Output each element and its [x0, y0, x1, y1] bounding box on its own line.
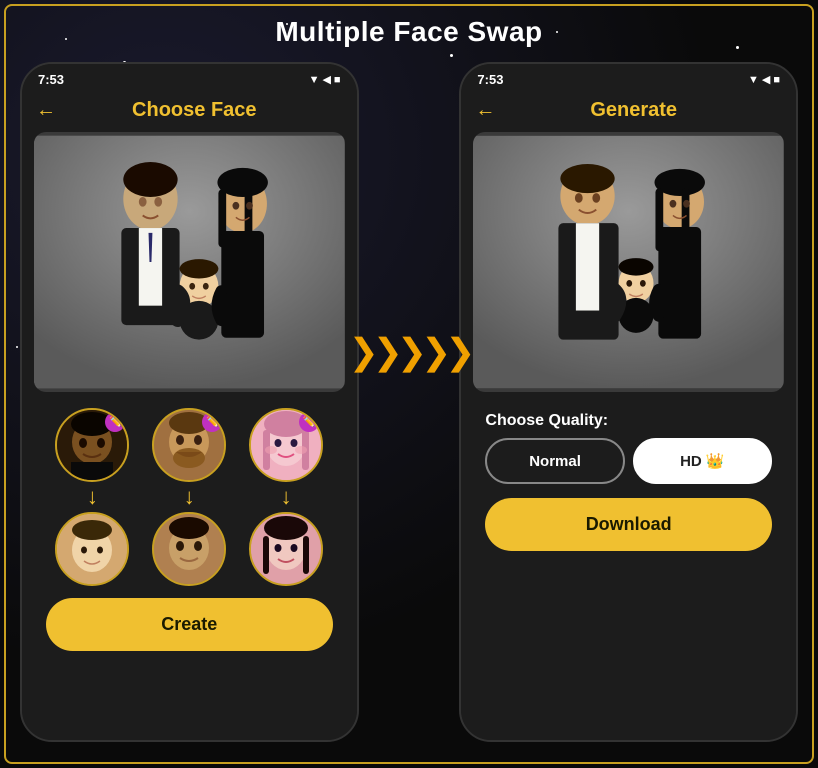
phones-container: 7:53 ▼ ◀ ■ ← Choose Face	[20, 62, 798, 742]
source-face-1[interactable]: ✏️	[55, 408, 129, 482]
page-title: Multiple Face Swap	[275, 16, 542, 48]
source-face-3[interactable]: ✏️	[249, 408, 323, 482]
left-phone-body: ✏️ ↓	[22, 132, 357, 740]
right-main-photo	[473, 132, 784, 392]
hd-quality-button[interactable]: HD 👑	[633, 438, 772, 484]
right-back-button[interactable]: ←	[475, 99, 495, 122]
target-face-2	[152, 512, 226, 586]
right-status-icons: ▼ ◀ ■	[748, 73, 780, 86]
create-button[interactable]: Create	[46, 598, 333, 651]
source-face-2[interactable]: ✏️	[152, 408, 226, 482]
left-back-button[interactable]: ←	[36, 99, 56, 122]
download-button[interactable]: Download	[485, 498, 772, 551]
right-battery-icon: ■	[773, 74, 780, 86]
face-swap-pairs: ✏️ ↓	[34, 408, 345, 586]
quality-label: Choose Quality:	[485, 412, 772, 430]
target-face-3	[249, 512, 323, 586]
right-phone: 7:53 ▼ ◀ ■ ← Generate	[459, 62, 798, 742]
quality-buttons-row: Normal HD 👑	[485, 438, 772, 484]
family-photo-original	[34, 132, 345, 392]
face-pair-3: ✏️ ↓	[249, 408, 323, 586]
edit-badge-3[interactable]: ✏️	[299, 412, 319, 432]
battery-icon: ■	[334, 74, 341, 86]
left-main-photo	[34, 132, 345, 392]
down-arrow-3: ↓	[281, 486, 292, 508]
family-photo-generated	[473, 132, 784, 392]
signal-icon: ▼	[309, 74, 320, 86]
down-arrow-1: ↓	[87, 486, 98, 508]
left-time: 7:53	[38, 72, 64, 87]
left-status-icons: ▼ ◀ ■	[309, 73, 341, 86]
right-status-bar: 7:53 ▼ ◀ ■	[461, 64, 796, 91]
left-status-bar: 7:53 ▼ ◀ ■	[22, 64, 357, 91]
left-phone: 7:53 ▼ ◀ ■ ← Choose Face	[20, 62, 359, 742]
face-pair-1: ✏️ ↓	[55, 408, 129, 586]
right-time: 7:53	[477, 72, 503, 87]
target-face-1	[55, 512, 129, 586]
quality-section: Choose Quality: Normal HD 👑	[473, 404, 784, 490]
left-header: ← Choose Face	[22, 91, 357, 132]
face-pair-2: ✏️ ↓	[152, 408, 226, 586]
transition-arrows: ❯❯❯❯❯	[349, 331, 470, 473]
right-signal-icon: ▼	[748, 74, 759, 86]
right-wifi-icon: ◀	[762, 73, 770, 86]
right-phone-body: Choose Quality: Normal HD 👑 Download	[461, 132, 796, 740]
left-screen-title: Choose Face	[66, 99, 323, 122]
down-arrow-2: ↓	[184, 486, 195, 508]
right-header: ← Generate	[461, 91, 796, 132]
wifi-icon: ◀	[322, 73, 330, 86]
normal-quality-button[interactable]: Normal	[485, 438, 624, 484]
right-screen-title: Generate	[505, 99, 762, 122]
